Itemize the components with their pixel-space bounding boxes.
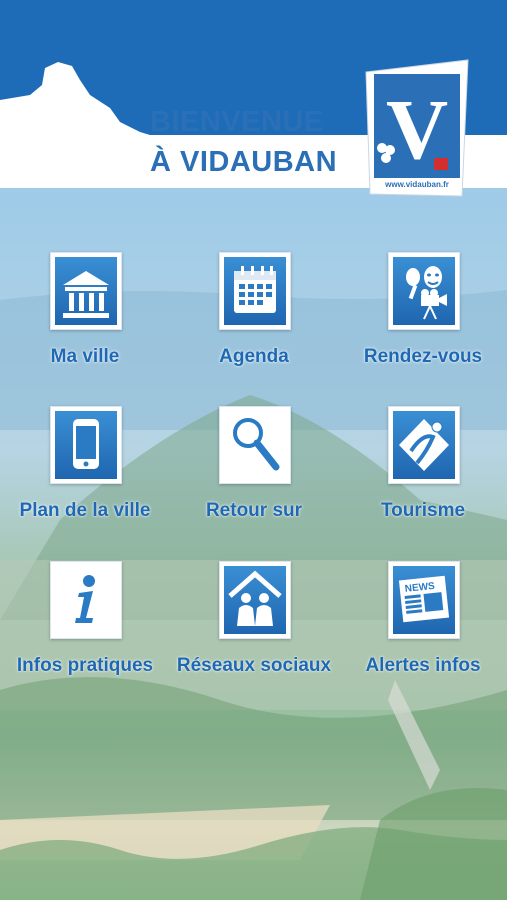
info-icon: [50, 561, 122, 639]
menu-label: Ma ville: [50, 346, 120, 367]
smartphone-icon: [50, 406, 122, 484]
menu-label: Réseaux sociaux: [176, 655, 332, 676]
menu-label: Alertes infos: [365, 655, 481, 676]
menu-tile-rendez-vous[interactable]: Rendez-vous: [343, 252, 503, 402]
theater-masks-icon: [388, 252, 460, 330]
menu-label: Rendez-vous: [363, 346, 483, 367]
menu-label: Plan de la ville: [19, 500, 151, 521]
header-banner: BIENVENUE À VIDAUBAN V www.vidauban.fr: [0, 0, 507, 197]
newspaper-icon: NEWS: [388, 561, 460, 639]
menu-label: Agenda: [219, 346, 289, 367]
menu-tile-agenda[interactable]: Agenda: [174, 252, 334, 402]
menu-label: Retour sur: [205, 500, 303, 521]
logo-url: www.vidauban.fr: [385, 180, 449, 189]
town-hall-icon: [50, 252, 122, 330]
magnifier-icon: [219, 406, 291, 484]
social-network-icon: [219, 561, 291, 639]
menu-tile-infos-pratiques[interactable]: Infos pratiques: [5, 561, 165, 711]
welcome-title-line2: À VIDAUBAN: [150, 146, 338, 178]
menu-label: Infos pratiques: [16, 655, 154, 676]
menu-tile-alertes-infos[interactable]: NEWS Alertes infos: [343, 561, 503, 711]
welcome-title-line1: BIENVENUE: [150, 106, 324, 138]
menu-tile-tourisme[interactable]: Tourisme: [343, 406, 503, 556]
calendar-icon: [219, 252, 291, 330]
menu-tile-reseaux-sociaux[interactable]: Réseaux sociaux: [174, 561, 334, 711]
menu-tile-ma-ville[interactable]: Ma ville: [5, 252, 165, 402]
menu-tile-retour-sur[interactable]: Retour sur: [174, 406, 334, 556]
tourism-icon: [388, 406, 460, 484]
menu-label: Tourisme: [380, 500, 466, 521]
vidauban-logo: V www.vidauban.fr: [362, 58, 472, 198]
menu-tile-plan-de-la-ville[interactable]: Plan de la ville: [5, 406, 165, 556]
